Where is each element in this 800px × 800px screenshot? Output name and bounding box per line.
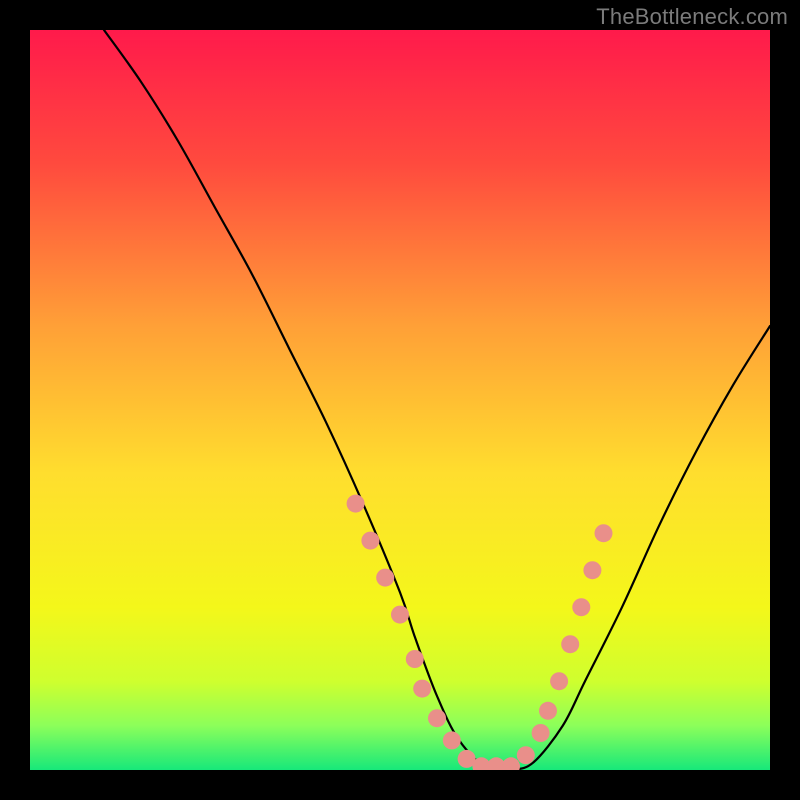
data-marker — [550, 672, 568, 690]
data-marker — [391, 606, 409, 624]
data-marker — [561, 635, 579, 653]
data-marker — [443, 731, 461, 749]
data-marker — [347, 495, 365, 513]
chart-plot-area — [30, 30, 770, 770]
chart-svg — [30, 30, 770, 770]
data-marker — [406, 650, 424, 668]
data-marker — [583, 561, 601, 579]
data-marker — [376, 569, 394, 587]
data-marker — [413, 680, 431, 698]
data-marker — [539, 702, 557, 720]
data-marker — [572, 598, 590, 616]
data-marker — [532, 724, 550, 742]
data-marker — [595, 524, 613, 542]
data-marker — [361, 532, 379, 550]
data-marker — [428, 709, 446, 727]
data-marker — [517, 746, 535, 764]
gradient-background — [30, 30, 770, 770]
attribution-text: TheBottleneck.com — [596, 4, 788, 30]
